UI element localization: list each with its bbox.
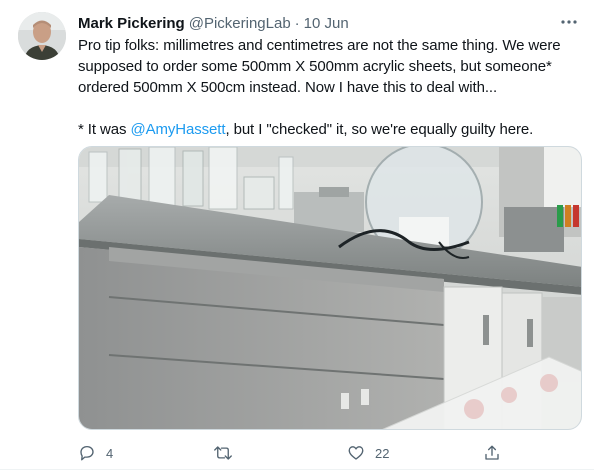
footnote-prefix: * It was xyxy=(78,121,131,138)
share-icon xyxy=(485,445,499,460)
author-name[interactable]: Mark Pickering xyxy=(78,15,185,32)
avatar-image xyxy=(18,12,66,60)
reply-button[interactable]: 4 xyxy=(78,440,113,466)
like-icon xyxy=(348,446,364,460)
tweet-actions: 4 22 xyxy=(78,440,582,466)
tweet-text: Pro tip folks: millimetres and centimetr… xyxy=(78,37,561,96)
retweet-icon xyxy=(214,446,232,460)
mention-link[interactable]: @AmyHassett xyxy=(130,121,225,138)
retweet-button[interactable] xyxy=(213,440,243,466)
author-handle[interactable]: @PickeringLab xyxy=(189,15,291,32)
tweet-body: Pro tip folks: millimetres and centimetr… xyxy=(78,35,578,140)
header-separator: · xyxy=(294,14,300,32)
tweet-footnote: * It was @AmyHassett, but I "checked" it… xyxy=(78,119,578,140)
avatar[interactable] xyxy=(18,12,66,60)
tweet: Mark Pickering @PickeringLab · 10 Jun Pr… xyxy=(0,0,594,470)
more-options-button[interactable] xyxy=(558,12,580,32)
tweet-date[interactable]: 10 Jun xyxy=(304,15,349,32)
more-icon xyxy=(561,20,577,24)
like-count: 22 xyxy=(375,445,390,461)
reply-count: 4 xyxy=(106,445,114,461)
share-button[interactable] xyxy=(483,440,501,466)
footnote-suffix: , but I "checked" it, so we're equally g… xyxy=(225,121,534,138)
reply-icon xyxy=(80,445,94,461)
tweet-media-photo[interactable] xyxy=(78,146,582,430)
like-button[interactable]: 22 xyxy=(347,440,389,466)
lab-bench-photo xyxy=(79,147,581,429)
tweet-header: Mark Pickering @PickeringLab · 10 Jun xyxy=(78,13,574,33)
